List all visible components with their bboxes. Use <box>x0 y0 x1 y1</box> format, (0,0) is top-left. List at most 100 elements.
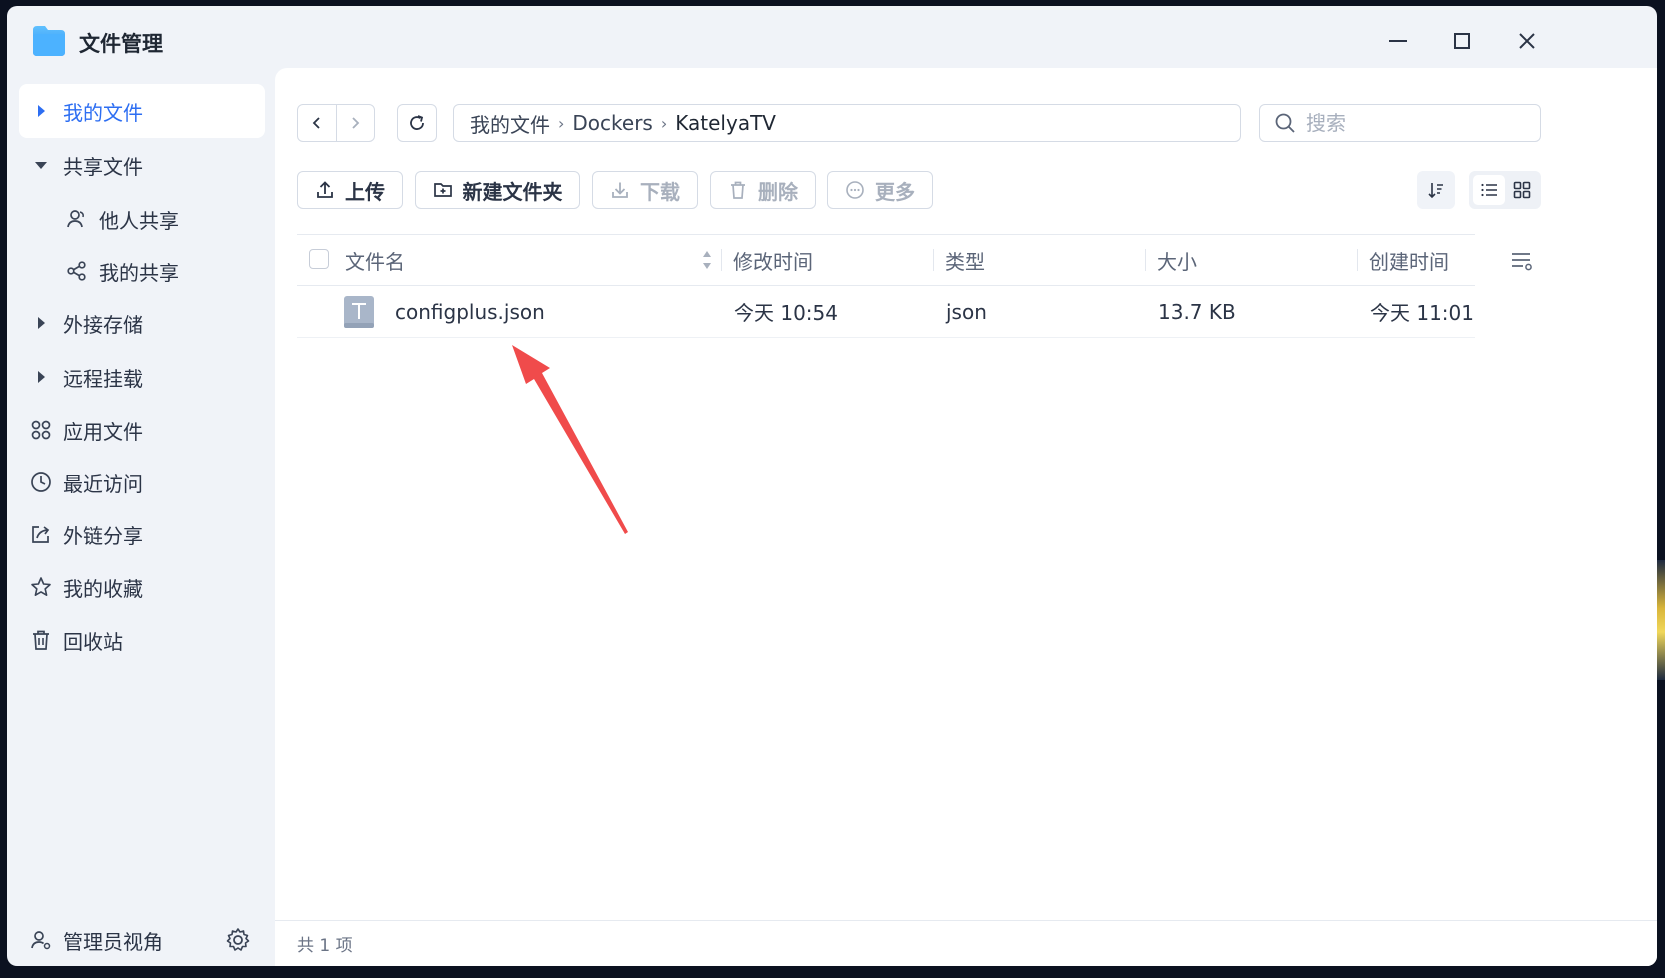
file-name[interactable]: configplus.json <box>395 286 545 337</box>
chevron-right-icon <box>352 117 360 129</box>
apps-grid-icon <box>31 420 51 440</box>
list-view-button[interactable] <box>1472 175 1505 205</box>
upload-label: 上传 <box>345 179 385 204</box>
delete-label: 删除 <box>758 179 798 204</box>
file-created: 今天 11:01 <box>1370 301 1474 325</box>
sidebar-item-label: 我的收藏 <box>63 576 143 601</box>
more-icon <box>846 181 864 199</box>
maximize-icon <box>1454 33 1470 49</box>
admin-view-label: 管理员视角 <box>63 929 163 954</box>
file-manager-window: 文件管理 我的文件 共享文件 他人共享 我的共享 外接存储 远程挂载 应用文件 … <box>7 6 1657 966</box>
users-icon <box>67 210 84 228</box>
sort-button[interactable] <box>1417 171 1455 209</box>
back-button[interactable] <box>298 105 336 141</box>
sort-icon <box>1428 183 1443 199</box>
maximize-button[interactable] <box>1445 24 1479 58</box>
column-header-size[interactable]: 大小 <box>1157 235 1197 285</box>
sidebar-item-label: 回收站 <box>63 629 123 654</box>
item-count: 共 1 项 <box>297 936 353 956</box>
sidebar-item-recent[interactable]: 最近访问 <box>19 455 265 509</box>
expand-arrow-icon[interactable] <box>37 317 45 329</box>
star-icon <box>31 577 51 596</box>
close-button[interactable] <box>1510 24 1544 58</box>
sort-arrows-icon[interactable] <box>701 248 713 272</box>
close-icon <box>1519 33 1535 49</box>
table-header: 文件名 修改时间 类型 大小 创建时间 <box>297 234 1475 286</box>
sidebar-item-link-share[interactable]: 外链分享 <box>19 507 265 561</box>
collapse-arrow-icon[interactable] <box>35 161 47 169</box>
upload-button[interactable]: 上传 <box>297 171 403 209</box>
forward-button[interactable] <box>335 105 375 141</box>
sidebar-item-label: 我的共享 <box>99 260 179 285</box>
column-divider[interactable] <box>1357 249 1358 271</box>
delete-button[interactable]: 删除 <box>710 171 816 209</box>
expand-arrow-icon[interactable] <box>37 105 45 117</box>
new-folder-label: 新建文件夹 <box>462 179 563 204</box>
sidebar-item-label: 我的文件 <box>63 100 143 125</box>
more-label: 更多 <box>875 179 915 204</box>
download-button[interactable]: 下载 <box>592 171 698 209</box>
upload-icon <box>317 181 333 198</box>
sidebar-item-app-files[interactable]: 应用文件 <box>19 403 265 457</box>
breadcrumb-item[interactable]: Dockers <box>572 111 652 135</box>
list-icon <box>1480 183 1497 197</box>
app-title: 文件管理 <box>79 32 163 56</box>
sidebar-item-remote-mount[interactable]: 远程挂载 <box>19 350 265 404</box>
sidebar-item-my-shares[interactable]: 我的共享 <box>19 244 265 298</box>
sidebar-item-shared-with-me[interactable]: 他人共享 <box>19 192 265 246</box>
breadcrumb-item[interactable]: 我的文件 <box>470 109 550 138</box>
column-divider[interactable] <box>933 249 934 271</box>
gear-icon[interactable] <box>225 927 251 953</box>
sidebar-item-label: 应用文件 <box>63 419 143 444</box>
breadcrumb-current[interactable]: KatelyaTV <box>675 111 776 135</box>
external-link-icon <box>32 526 50 543</box>
title-bar: 文件管理 <box>7 6 1657 74</box>
column-divider[interactable] <box>1145 249 1146 271</box>
expand-arrow-icon[interactable] <box>37 371 45 383</box>
file-size: 13.7 KB <box>1158 299 1236 324</box>
admin-user-icon <box>31 931 51 950</box>
download-label: 下载 <box>640 179 680 204</box>
refresh-icon <box>410 115 424 130</box>
breadcrumb-separator-icon: › <box>558 113 565 133</box>
search-box <box>1259 104 1541 142</box>
column-header-name[interactable]: 文件名 <box>345 235 405 285</box>
sidebar-item-label: 最近访问 <box>63 471 143 496</box>
sidebar-item-favorites[interactable]: 我的收藏 <box>19 560 265 614</box>
history-nav <box>297 104 375 142</box>
search-input[interactable] <box>1304 110 1528 136</box>
new-folder-button[interactable]: 新建文件夹 <box>415 171 580 209</box>
sidebar-item-external-storage[interactable]: 外接存储 <box>19 296 265 350</box>
column-divider[interactable] <box>721 249 722 271</box>
folder-app-icon <box>33 26 65 56</box>
view-toggle <box>1469 171 1541 209</box>
text-file-icon <box>344 296 374 328</box>
sidebar-item-label: 远程挂载 <box>63 366 143 391</box>
column-settings-icon[interactable] <box>1509 248 1535 274</box>
search-icon <box>1275 113 1295 133</box>
minimize-icon <box>1389 40 1407 42</box>
sidebar-item-recycle-bin[interactable]: 回收站 <box>19 613 265 667</box>
sidebar-item-shared-files[interactable]: 共享文件 <box>19 138 265 192</box>
trash-icon <box>731 181 745 199</box>
column-header-type[interactable]: 类型 <box>945 235 985 285</box>
clock-icon <box>31 472 51 492</box>
column-header-modified[interactable]: 修改时间 <box>733 235 813 285</box>
grid-icon <box>1513 181 1530 199</box>
sidebar: 我的文件 共享文件 他人共享 我的共享 外接存储 远程挂载 应用文件 最近访问 … <box>7 74 277 966</box>
sidebar-item-label: 外链分享 <box>63 523 143 548</box>
column-header-created[interactable]: 创建时间 <box>1369 235 1449 285</box>
more-button[interactable]: 更多 <box>827 171 933 209</box>
grid-view-button[interactable] <box>1506 175 1538 205</box>
table-row[interactable]: configplus.json 今天 10:54 json 13.7 KB 今天… <box>297 286 1475 338</box>
download-icon <box>612 182 628 198</box>
select-all-checkbox[interactable] <box>309 249 329 269</box>
breadcrumb-separator-icon: › <box>660 113 668 133</box>
sidebar-item-my-files[interactable]: 我的文件 <box>19 84 265 138</box>
chevron-left-icon <box>312 117 320 129</box>
sidebar-item-label: 共享文件 <box>63 154 143 179</box>
refresh-button[interactable] <box>397 104 437 142</box>
trash-icon <box>33 630 49 650</box>
share-icon <box>67 261 86 281</box>
minimize-button[interactable] <box>1381 24 1415 58</box>
